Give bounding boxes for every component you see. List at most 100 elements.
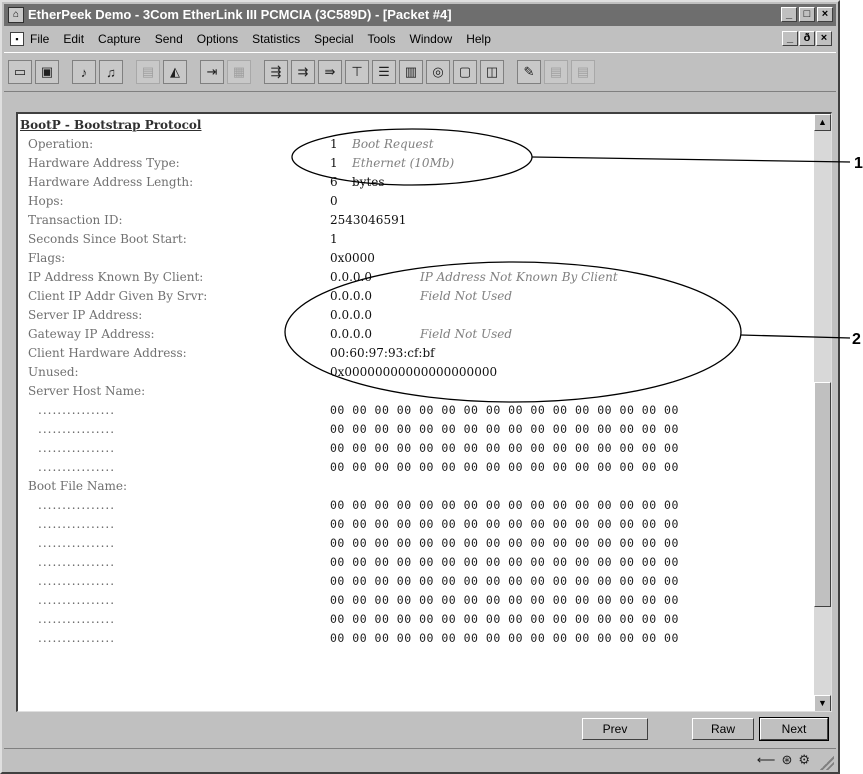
document-menu-icon[interactable]: ▪ [10, 32, 24, 46]
packets-icon[interactable]: ⇶ [264, 60, 288, 84]
field-label: Unused: [28, 365, 79, 379]
hex-row[interactable]: ................ 00 00 00 00 00 00 00 00 … [20, 458, 810, 477]
protocols-icon[interactable]: ⇛ [318, 60, 342, 84]
menu-special[interactable]: Special [314, 32, 353, 46]
menu-options[interactable]: Options [197, 32, 238, 46]
hex-row[interactable]: ................ 00 00 00 00 00 00 00 00 … [20, 439, 810, 458]
menu-statistics[interactable]: Statistics [252, 32, 300, 46]
open-icon[interactable]: ▭ [8, 60, 32, 84]
resize-grip[interactable] [820, 756, 834, 770]
log-icon[interactable]: ◫ [480, 60, 504, 84]
field-row[interactable]: Hops: 0 [20, 192, 810, 211]
field-value: 1 [330, 232, 338, 246]
scroll-thumb[interactable] [814, 382, 831, 607]
raw-button[interactable]: Raw [692, 718, 754, 740]
vertical-scrollbar[interactable]: ▲ ▼ [814, 114, 831, 711]
field-row[interactable]: IP Address Known By Client: 0.0.0.0 IP A… [20, 268, 810, 287]
dots-label: ................ [38, 555, 116, 569]
page2-icon[interactable]: ▤ [571, 60, 595, 84]
hex-row[interactable]: ................ 00 00 00 00 00 00 00 00 … [20, 496, 810, 515]
field-desc: Field Not Used [420, 327, 513, 341]
field-row[interactable]: Server IP Address: 0.0.0.0 [20, 306, 810, 325]
menu-edit[interactable]: Edit [63, 32, 84, 46]
menu-tools[interactable]: Tools [368, 32, 396, 46]
field-row[interactable]: Seconds Since Boot Start: 1 [20, 230, 810, 249]
hex-row[interactable]: ................ 00 00 00 00 00 00 00 00 … [20, 401, 810, 420]
packet-decode-pane[interactable]: BootP - Bootstrap Protocol Operation: 1 … [16, 112, 832, 712]
minimize-button[interactable]: _ [781, 7, 797, 22]
field-label: Boot File Name: [28, 479, 127, 493]
field-row[interactable]: Unused: 0x00000000000000000000 [20, 363, 810, 382]
etherpeek-window: ⌂ EtherPeek Demo - 3Com EtherLink III PC… [0, 0, 840, 774]
notes-icon[interactable]: ✎ [517, 60, 541, 84]
hex-data: 00 00 00 00 00 00 00 00 00 00 00 00 00 0… [330, 517, 679, 531]
nodes-icon[interactable]: ⇉ [291, 60, 315, 84]
capture-stop-icon[interactable]: ♫ [99, 60, 123, 84]
menu-help[interactable]: Help [466, 32, 491, 46]
field-row[interactable]: Hardware Address Type: 1 Ethernet (10Mb) [20, 154, 810, 173]
field-row[interactable]: Client Hardware Address: 00:60:97:93:cf:… [20, 344, 810, 363]
print-icon[interactable]: ▤ [136, 60, 160, 84]
next-button[interactable]: Next [759, 717, 829, 741]
find-icon[interactable]: ◭ [163, 60, 187, 84]
hex-data: 00 00 00 00 00 00 00 00 00 00 00 00 00 0… [330, 403, 679, 417]
save-icon[interactable]: ▣ [35, 60, 59, 84]
prev-button[interactable]: Prev [582, 718, 648, 740]
field-label: Seconds Since Boot Start: [28, 232, 187, 246]
scroll-up-icon[interactable]: ▲ [814, 114, 831, 131]
menu-send[interactable]: Send [155, 32, 183, 46]
alarm-icon[interactable]: ◎ [426, 60, 450, 84]
hex-row[interactable]: ................ 00 00 00 00 00 00 00 00 … [20, 420, 810, 439]
doc-close-button[interactable]: × [816, 31, 832, 46]
page1-icon[interactable]: ▤ [544, 60, 568, 84]
close-button[interactable]: × [817, 7, 833, 22]
field-row[interactable]: Operation: 1 Boot Request [20, 135, 810, 154]
hex-data: 00 00 00 00 00 00 00 00 00 00 00 00 00 0… [330, 593, 679, 607]
dots-label: ................ [38, 517, 116, 531]
field-row[interactable]: Server Host Name: [20, 382, 810, 401]
field-row[interactable]: Flags: 0x0000 [20, 249, 810, 268]
field-row[interactable]: Transaction ID: 2543046591 [20, 211, 810, 230]
field-row[interactable]: Client IP Addr Given By Srvr: 0.0.0.0 Fi… [20, 287, 810, 306]
toolbar: ▭ ▣ ♪ ♫ ▤ ◭ ⇥ ▦ ⇶ ⇉ ⇛ ⊤ ☰ ▥ ◎ ▢ ◫ ✎ ▤ ▤ [4, 52, 836, 92]
filter-icon[interactable]: ▦ [227, 60, 251, 84]
hex-data: 00 00 00 00 00 00 00 00 00 00 00 00 00 0… [330, 555, 679, 569]
app-icon[interactable]: ⌂ [8, 7, 24, 23]
history-icon[interactable]: ▥ [399, 60, 423, 84]
hex-row[interactable]: ................ 00 00 00 00 00 00 00 00 … [20, 572, 810, 591]
size-icon[interactable]: ⊤ [345, 60, 369, 84]
menu-window[interactable]: Window [410, 32, 453, 46]
menu-file[interactable]: File [30, 32, 49, 46]
field-desc: Field Not Used [420, 289, 513, 303]
capture-start-icon[interactable]: ♪ [72, 60, 96, 84]
dots-label: ................ [38, 498, 116, 512]
dots-label: ................ [38, 460, 116, 474]
callout-number-1: 1 [854, 155, 863, 172]
doc-minimize-button[interactable]: _ [782, 31, 798, 46]
maximize-button[interactable]: □ [799, 7, 815, 22]
lock-icon[interactable]: ⚙ [798, 752, 810, 768]
network-icon[interactable]: ⊛ [781, 752, 792, 768]
field-row[interactable]: Boot File Name: [20, 477, 810, 496]
status-bar: ⟵ ⊛ ⚙ [4, 748, 836, 772]
hex-row[interactable]: ................ 00 00 00 00 00 00 00 00 … [20, 629, 810, 648]
section-title: BootP - Bootstrap Protocol [20, 118, 202, 132]
hex-row[interactable]: ................ 00 00 00 00 00 00 00 00 … [20, 534, 810, 553]
hex-row[interactable]: ................ 00 00 00 00 00 00 00 00 … [20, 610, 810, 629]
menu-capture[interactable]: Capture [98, 32, 141, 46]
hex-row[interactable]: ................ 00 00 00 00 00 00 00 00 … [20, 591, 810, 610]
conversation-icon[interactable]: ☰ [372, 60, 396, 84]
arrow-left-icon[interactable]: ⟵ [757, 752, 776, 768]
field-row[interactable]: Gateway IP Address: 0.0.0.0 Field Not Us… [20, 325, 810, 344]
field-label: Transaction ID: [28, 213, 123, 227]
doc-restore-button[interactable]: ð [799, 31, 815, 46]
dots-label: ................ [38, 403, 116, 417]
field-desc: Ethernet (10Mb) [352, 156, 455, 170]
hex-row[interactable]: ................ 00 00 00 00 00 00 00 00 … [20, 515, 810, 534]
hex-row[interactable]: ................ 00 00 00 00 00 00 00 00 … [20, 553, 810, 572]
scroll-down-icon[interactable]: ▼ [814, 695, 831, 711]
monitor-icon[interactable]: ▢ [453, 60, 477, 84]
decode-icon[interactable]: ⇥ [200, 60, 224, 84]
field-row[interactable]: Hardware Address Length: 6 bytes [20, 173, 810, 192]
title-bar[interactable]: ⌂ EtherPeek Demo - 3Com EtherLink III PC… [4, 4, 836, 26]
